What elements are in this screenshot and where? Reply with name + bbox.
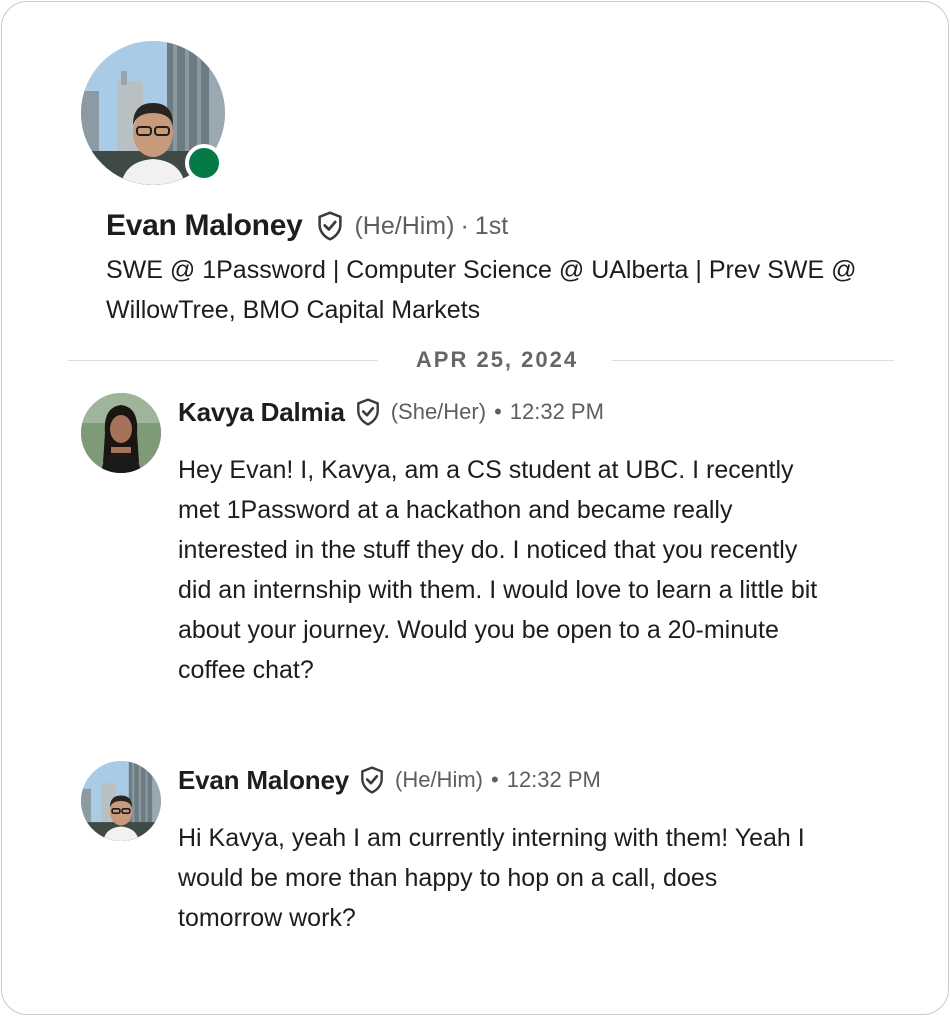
message-sender-pronouns: (She/Her) — [390, 399, 487, 424]
date-divider-right — [612, 360, 894, 361]
kavya-photo — [81, 393, 161, 473]
message-sender-name[interactable]: Evan Maloney — [178, 765, 349, 796]
date-divider-left — [68, 360, 378, 361]
profile-pronouns: (He/Him) — [354, 211, 455, 240]
message-header: Kavya Dalmia (She/Her) • 12:32 PM — [178, 392, 604, 432]
verified-shield-icon — [316, 211, 344, 241]
sender-avatar[interactable] — [81, 761, 161, 841]
conversation-card: Evan Maloney (He/Him) · 1st SWE @ 1Passw… — [1, 1, 949, 1015]
verified-shield-icon — [355, 398, 381, 426]
profile-separator: · — [460, 211, 469, 240]
message-timestamp: 12:32 PM — [509, 399, 604, 424]
message-sender-name[interactable]: Kavya Dalmia — [178, 397, 345, 428]
evan-photo — [81, 761, 161, 841]
message-sender-pronouns: (He/Him) — [395, 767, 483, 792]
message-body: Hey Evan! I, Kavya, am a CS student at U… — [178, 456, 818, 684]
verified-shield-icon — [359, 766, 385, 794]
online-status-indicator — [185, 144, 223, 182]
message-body: Hi Kavya, yeah I am currently interning … — [178, 824, 805, 932]
message-header: Evan Maloney (He/Him) • 12:32 PM — [178, 760, 601, 800]
date-divider-label: APR 25, 2024 — [415, 347, 579, 372]
message-separator: • — [494, 399, 502, 424]
message-separator: • — [491, 767, 499, 792]
connection-degree: 1st — [474, 211, 509, 240]
profile-name-row: Evan Maloney (He/Him) · 1st — [106, 206, 508, 246]
profile-name[interactable]: Evan Maloney — [106, 209, 303, 243]
message-timestamp: 12:32 PM — [506, 767, 601, 792]
profile-headline: SWE @ 1Password | Computer Science @ UAl… — [106, 256, 857, 324]
sender-avatar[interactable] — [81, 393, 161, 473]
